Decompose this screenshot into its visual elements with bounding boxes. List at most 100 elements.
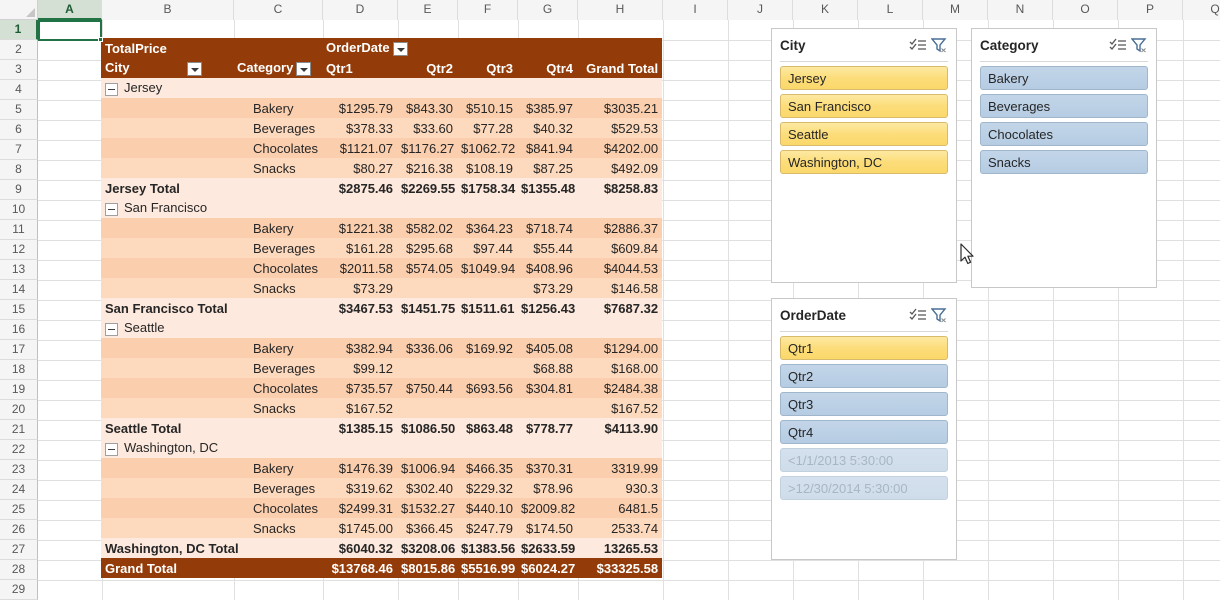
row-header-2[interactable]: 2 — [0, 40, 38, 60]
column-header-c[interactable]: C — [234, 0, 323, 20]
pivot-data-value-cell: $80.27 — [322, 158, 398, 178]
pivot-data-value-cell: $510.15 — [457, 98, 518, 118]
clear-filter-icon[interactable] — [931, 307, 948, 323]
slicer-item-orderdate-qtr1[interactable]: Qtr1 — [780, 336, 948, 360]
column-header-o[interactable]: O — [1053, 0, 1118, 20]
collapse-minus-icon[interactable] — [105, 82, 118, 96]
collapse-minus-icon[interactable] — [105, 322, 118, 336]
column-header-i[interactable]: I — [663, 0, 728, 20]
row-header-28[interactable]: 28 — [0, 560, 38, 580]
row-header-25[interactable]: 25 — [0, 500, 38, 520]
column-header-b[interactable]: B — [102, 0, 234, 20]
slicer-city-icons — [909, 37, 948, 53]
row-header-6[interactable]: 6 — [0, 120, 38, 140]
fill-handle[interactable] — [98, 37, 103, 42]
row-header-10[interactable]: 10 — [0, 200, 38, 220]
row-header-12[interactable]: 12 — [0, 240, 38, 260]
column-header-e[interactable]: E — [398, 0, 458, 20]
clear-filter-icon[interactable] — [931, 37, 948, 53]
row-header-21[interactable]: 21 — [0, 420, 38, 440]
column-header-l[interactable]: L — [858, 0, 923, 20]
row-header-20[interactable]: 20 — [0, 400, 38, 420]
pivot-group-label: San Francisco — [124, 200, 208, 216]
pivot-group-row: Washington, DC — [101, 438, 663, 458]
select-all-corner[interactable] — [0, 0, 38, 20]
pivot-data-value-cell: $370.31 — [517, 458, 578, 478]
pivot-group-empty-cell — [517, 438, 578, 458]
row-header-17[interactable]: 17 — [0, 340, 38, 360]
row-header-27[interactable]: 27 — [0, 540, 38, 560]
column-header-g[interactable]: G — [518, 0, 578, 20]
row-header-26[interactable]: 26 — [0, 520, 38, 540]
city-filter-dropdown-icon[interactable] — [186, 61, 202, 76]
multi-select-icon[interactable] — [909, 38, 927, 53]
column-header-k[interactable]: K — [793, 0, 858, 20]
pivot-column-header-grand-total: Grand Total — [577, 58, 663, 78]
row-header-14[interactable]: 14 — [0, 280, 38, 300]
pivot-data-value-cell: $1176.27 — [397, 138, 458, 158]
category-filter-dropdown-icon[interactable] — [296, 61, 312, 76]
row-header-1[interactable]: 1 — [0, 20, 38, 40]
slicer-item-category-bakery[interactable]: Bakery — [980, 66, 1148, 90]
slicer-item-orderdate-qtr3[interactable]: Qtr3 — [780, 392, 948, 416]
row-header-11[interactable]: 11 — [0, 220, 38, 240]
slicer-orderdate[interactable]: OrderDate Qtr1 Qtr2 Qtr3 Qtr4 <1/1/2013 … — [771, 298, 957, 560]
multi-select-icon[interactable] — [1109, 38, 1127, 53]
row-header-22[interactable]: 22 — [0, 440, 38, 460]
row-header-8[interactable]: 8 — [0, 160, 38, 180]
active-cell-a1[interactable] — [38, 20, 103, 42]
pivot-data-value-cell: $2886.37 — [577, 218, 663, 238]
pivot-subtotal-row: Jersey Total $2875.46 $2269.55 $1758.34 $135… — [101, 178, 663, 198]
column-header-n[interactable]: N — [988, 0, 1053, 20]
slicer-city[interactable]: City Jersey San Francisco Seattle Washin… — [771, 28, 957, 283]
pivot-column-header-qtr4: Qtr4 — [517, 58, 578, 78]
slicer-item-category-beverages[interactable]: Beverages — [980, 94, 1148, 118]
slicer-item-orderdate-qtr2[interactable]: Qtr2 — [780, 364, 948, 388]
slicer-item-orderdate-qtr4[interactable]: Qtr4 — [780, 420, 948, 444]
row-header-23[interactable]: 23 — [0, 460, 38, 480]
slicer-item-city-seattle[interactable]: Seattle — [780, 122, 948, 146]
pivot-group-empty-cell — [397, 438, 458, 458]
pivot-column-header-qtr3: Qtr3 — [457, 58, 518, 78]
row-header-19[interactable]: 19 — [0, 380, 38, 400]
slicer-category[interactable]: Category Bakery Beverages Chocolates Sna… — [971, 28, 1157, 288]
slicer-item-category-snacks[interactable]: Snacks — [980, 150, 1148, 174]
collapse-minus-icon[interactable] — [105, 202, 118, 216]
pivot-group-empty-cell — [322, 198, 398, 218]
slicer-item-city-san-francisco[interactable]: San Francisco — [780, 94, 948, 118]
row-header-13[interactable]: 13 — [0, 260, 38, 280]
pivot-group-empty-cell — [577, 78, 663, 98]
row-header-3[interactable]: 3 — [0, 60, 38, 80]
column-header-f[interactable]: F — [458, 0, 518, 20]
pivot-subtotal-row: Washington, DC Total $6040.32 $3208.06 $138… — [101, 538, 663, 558]
multi-select-icon[interactable] — [909, 308, 927, 323]
slicer-item-city-jersey[interactable]: Jersey — [780, 66, 948, 90]
clear-filter-icon[interactable] — [1131, 37, 1148, 53]
column-header-q[interactable]: Q — [1183, 0, 1220, 20]
row-header-15[interactable]: 15 — [0, 300, 38, 320]
row-header-18[interactable]: 18 — [0, 360, 38, 380]
column-header-d[interactable]: D — [323, 0, 398, 20]
column-header-j[interactable]: J — [728, 0, 793, 20]
pivot-data-value-cell: $378.33 — [322, 118, 398, 138]
row-header-7[interactable]: 7 — [0, 140, 38, 160]
row-header-4[interactable]: 4 — [0, 80, 38, 100]
pivot-data-value-cell — [457, 398, 518, 418]
row-header-29[interactable]: 29 — [0, 580, 38, 600]
slicer-item-category-chocolates[interactable]: Chocolates — [980, 122, 1148, 146]
row-header-24[interactable]: 24 — [0, 480, 38, 500]
column-header-p[interactable]: P — [1118, 0, 1183, 20]
pivot-grand-total-value-cell: $33325.58 — [577, 558, 663, 578]
column-header-m[interactable]: M — [923, 0, 988, 20]
slicer-item-city-washington-dc[interactable]: Washington, DC — [780, 150, 948, 174]
orderdate-filter-dropdown-icon[interactable] — [392, 41, 408, 56]
collapse-minus-icon[interactable] — [105, 442, 118, 456]
row-header-5[interactable]: 5 — [0, 100, 38, 120]
column-header-a[interactable]: A — [38, 0, 102, 20]
pivot-data-value-cell: $216.38 — [397, 158, 458, 178]
pivot-column-field-label: OrderDate — [326, 40, 390, 56]
column-header-h[interactable]: H — [578, 0, 663, 20]
row-header-16[interactable]: 16 — [0, 320, 38, 340]
pivot-data-value-cell: $229.32 — [457, 478, 518, 498]
row-header-9[interactable]: 9 — [0, 180, 38, 200]
